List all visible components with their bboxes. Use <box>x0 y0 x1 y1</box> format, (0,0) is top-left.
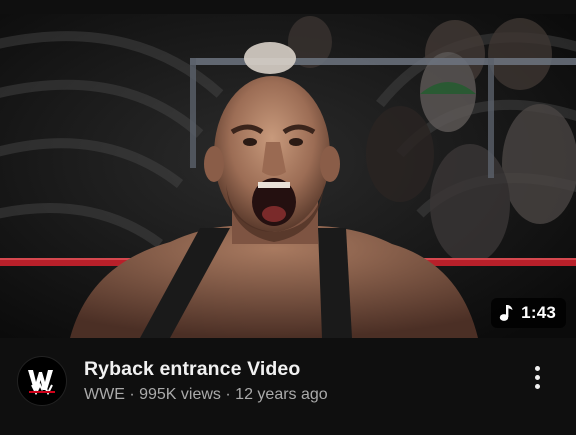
video-meta: WWE · 995K views · 12 years ago <box>84 386 328 404</box>
upload-age: 12 years ago <box>235 386 328 403</box>
duration-text: 1:43 <box>521 303 556 322</box>
video-info-row[interactable]: Ryback entrance Video WWE · 995K views ·… <box>0 338 576 435</box>
status-bar-strip <box>0 0 576 14</box>
duration-badge: 1:43 <box>491 298 566 328</box>
meta-separator: · <box>225 386 236 403</box>
more-vertical-icon[interactable] <box>524 360 550 394</box>
thumbnail-image <box>0 14 576 338</box>
music-note-icon <box>499 304 513 322</box>
channel-avatar[interactable] <box>17 356 67 406</box>
video-thumbnail[interactable]: 1:43 <box>0 14 576 338</box>
video-title[interactable]: Ryback entrance Video <box>84 358 300 381</box>
meta-separator: · <box>129 386 140 403</box>
view-count: 995K views <box>139 386 221 403</box>
channel-name[interactable]: WWE <box>84 386 125 403</box>
wwe-logo-icon <box>28 370 55 395</box>
